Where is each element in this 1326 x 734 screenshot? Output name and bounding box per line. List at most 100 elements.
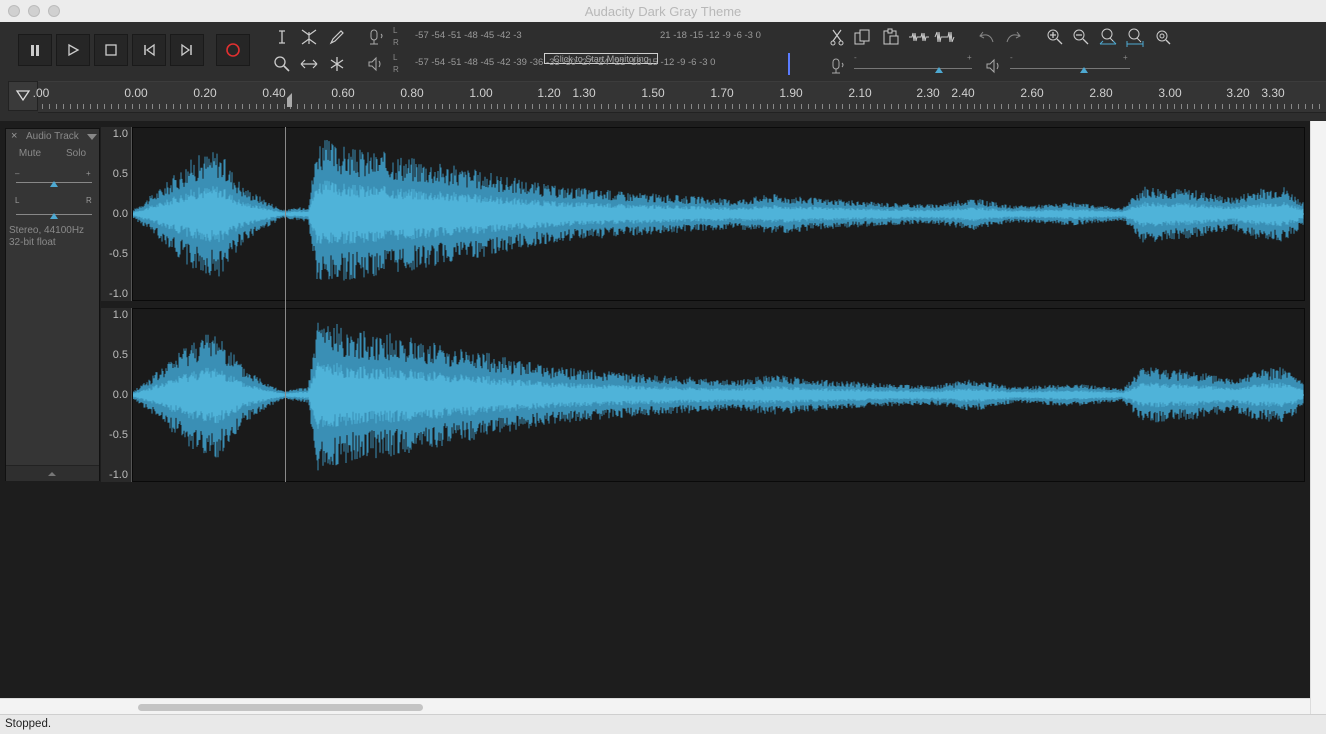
ruler-tick bbox=[766, 104, 768, 109]
ruler-tick bbox=[1021, 104, 1023, 109]
ruler-tick bbox=[669, 104, 671, 109]
ruler-tick bbox=[787, 104, 789, 109]
envelope-tool[interactable] bbox=[297, 26, 321, 48]
zoom-tool[interactable] bbox=[270, 53, 294, 75]
ruler-tick bbox=[897, 104, 899, 109]
record-button[interactable] bbox=[216, 34, 250, 66]
ruler-tick bbox=[1014, 104, 1016, 109]
ruler-strip[interactable]: .00 0.00 0.20 0.40 0.60 0.80 1.00 1.20 1.30 1.50 1… bbox=[33, 81, 1326, 113]
ruler-tick bbox=[1104, 104, 1106, 109]
waveform-left-channel[interactable] bbox=[132, 127, 1305, 301]
undo-button[interactable] bbox=[975, 26, 999, 48]
copy-button[interactable] bbox=[850, 26, 874, 48]
track-close-button[interactable]: × bbox=[11, 130, 17, 142]
ruler-tick bbox=[566, 104, 568, 109]
ruler-tick bbox=[621, 104, 623, 109]
scale-label: -1.0 bbox=[109, 469, 128, 481]
record-meter-scale: -57 -54 -51 -48 -45 -42 -3 bbox=[415, 30, 522, 41]
ruler-tick bbox=[614, 104, 616, 109]
ruler-tick bbox=[1256, 104, 1258, 109]
draw-tool-icon bbox=[329, 30, 344, 45]
record-volume-thumb[interactable] bbox=[934, 67, 943, 73]
ruler-label: 1.90 bbox=[779, 86, 803, 100]
trim-button[interactable] bbox=[907, 26, 931, 48]
playback-volume-thumb[interactable] bbox=[1080, 67, 1089, 73]
zoom-in-button[interactable] bbox=[1043, 26, 1067, 48]
horizontal-scrollbar-thumb[interactable] bbox=[138, 704, 423, 711]
ruler-tick bbox=[849, 104, 851, 109]
gain-slider-thumb[interactable] bbox=[50, 181, 58, 187]
ruler-tick bbox=[828, 104, 830, 109]
ruler-tick bbox=[242, 104, 244, 109]
ruler-tick bbox=[131, 104, 133, 109]
skip-to-end-button[interactable] bbox=[170, 34, 204, 66]
collapse-track-button[interactable] bbox=[6, 465, 99, 481]
play-head-marker[interactable] bbox=[287, 93, 293, 112]
skip-to-start-button[interactable] bbox=[132, 34, 166, 66]
record-volume-slider[interactable] bbox=[854, 68, 972, 69]
zoom-out-button[interactable] bbox=[1069, 26, 1093, 48]
ruler-tick bbox=[683, 104, 685, 109]
ruler-tick bbox=[538, 104, 540, 109]
cut-button[interactable] bbox=[825, 26, 849, 48]
ruler-tick bbox=[428, 104, 430, 109]
track-menu-icon[interactable] bbox=[87, 134, 97, 140]
ruler-tick bbox=[345, 104, 347, 109]
ruler-tick bbox=[1118, 104, 1120, 109]
pan-right-label: R bbox=[86, 196, 92, 205]
ruler-tick bbox=[711, 104, 713, 109]
ruler-tick bbox=[911, 104, 913, 109]
pan-slider-thumb[interactable] bbox=[50, 213, 58, 219]
play-button[interactable] bbox=[56, 34, 90, 66]
ruler-tick bbox=[1159, 104, 1161, 109]
ruler-label: 1.00 bbox=[469, 86, 493, 100]
ruler-tick bbox=[1235, 104, 1237, 109]
ruler-tick bbox=[1111, 104, 1113, 109]
ruler-tick bbox=[269, 104, 271, 109]
vertical-scale-left-channel[interactable]: 1.0 0.5 0.0 -0.5 -1.0 bbox=[101, 127, 132, 301]
ruler-tick bbox=[600, 104, 602, 109]
ruler-tick bbox=[801, 104, 802, 109]
selection-tool-icon bbox=[279, 30, 285, 44]
selection-tool[interactable] bbox=[270, 26, 294, 48]
ruler-tick bbox=[456, 104, 457, 109]
ruler-tick bbox=[545, 104, 547, 109]
zoom-toggle-button[interactable] bbox=[1151, 26, 1175, 48]
ruler-label: 0.60 bbox=[331, 86, 355, 100]
ruler-tick bbox=[111, 104, 112, 109]
timeline-ruler[interactable]: .00 0.00 0.20 0.40 0.60 0.80 1.00 1.20 1.30 1.50 1… bbox=[0, 79, 1326, 121]
ruler-label: 2.60 bbox=[1020, 86, 1044, 100]
stop-button[interactable] bbox=[94, 34, 128, 66]
silence-button[interactable] bbox=[933, 26, 957, 48]
playback-volume-slider[interactable] bbox=[1010, 68, 1130, 69]
ruler-label: 0.20 bbox=[193, 86, 217, 100]
draw-tool[interactable] bbox=[325, 26, 349, 48]
waveform-right-channel[interactable] bbox=[132, 308, 1305, 482]
fit-project-button[interactable] bbox=[1123, 26, 1147, 48]
ruler-label: 2.80 bbox=[1089, 86, 1113, 100]
scale-label: -1.0 bbox=[109, 288, 128, 300]
ruler-tick bbox=[1180, 104, 1182, 109]
playback-meter-button[interactable] bbox=[364, 53, 388, 75]
ruler-tick bbox=[497, 104, 499, 109]
horizontal-scrollbar[interactable] bbox=[0, 698, 1310, 715]
ruler-tick bbox=[407, 104, 409, 109]
vertical-scrollbar[interactable] bbox=[1310, 121, 1326, 714]
redo-button[interactable] bbox=[1001, 26, 1025, 48]
ruler-tick bbox=[1152, 104, 1154, 109]
ruler-tick bbox=[1083, 104, 1085, 109]
paste-button[interactable] bbox=[879, 26, 903, 48]
record-meter-button[interactable] bbox=[364, 26, 388, 48]
ruler-tick bbox=[966, 104, 968, 109]
multi-tool[interactable] bbox=[325, 53, 349, 75]
fit-selection-button[interactable] bbox=[1096, 26, 1120, 48]
timeshift-tool[interactable] bbox=[297, 53, 321, 75]
ruler-tick bbox=[76, 104, 78, 109]
ruler-label: 1.50 bbox=[641, 86, 665, 100]
mute-button[interactable]: Mute bbox=[8, 147, 52, 161]
vertical-scale-right-channel[interactable]: 1.0 0.5 0.0 -0.5 -1.0 bbox=[101, 308, 132, 482]
solo-button[interactable]: Solo bbox=[54, 147, 98, 161]
ruler-tick bbox=[1077, 104, 1078, 109]
track-name-button[interactable]: Audio Track bbox=[26, 131, 79, 142]
pause-button[interactable] bbox=[18, 34, 52, 66]
